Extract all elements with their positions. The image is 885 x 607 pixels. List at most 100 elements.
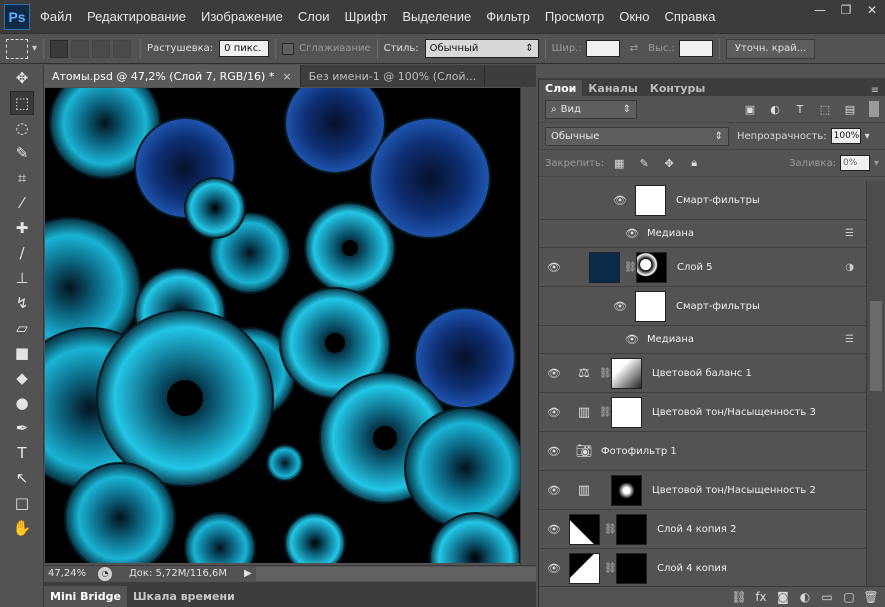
- marquee-tool-preset-icon[interactable]: [6, 38, 28, 59]
- eye-icon[interactable]: 👁︎: [539, 261, 569, 274]
- height-input[interactable]: [678, 40, 713, 57]
- menu-view[interactable]: Просмотр: [545, 9, 604, 24]
- menu-filter[interactable]: Фильтр: [486, 9, 530, 24]
- subtract-selection-mode[interactable]: [92, 39, 111, 58]
- layers-scrollbar[interactable]: [866, 181, 885, 586]
- filter-options-icon[interactable]: ☰: [845, 334, 854, 345]
- delete-layer-icon[interactable]: 🗑︎: [860, 590, 882, 604]
- eye-icon[interactable]: 👁︎: [617, 333, 647, 346]
- lasso-tool-icon[interactable]: ◌: [10, 116, 34, 140]
- smart-object-filter-icon[interactable]: ▤: [843, 102, 857, 116]
- stamp-tool-icon[interactable]: ⊥: [10, 266, 34, 290]
- eye-icon[interactable]: 👁︎: [539, 367, 569, 380]
- style-select[interactable]: Обычный ⇕: [424, 39, 539, 58]
- menu-type[interactable]: Шрифт: [345, 9, 388, 24]
- hand-tool-icon[interactable]: ✋: [10, 516, 34, 540]
- opacity-input[interactable]: 100%: [830, 128, 861, 144]
- layer-filter-kind-select[interactable]: ⌕ Вид ⇕: [545, 99, 637, 119]
- menu-edit[interactable]: Редактирование: [87, 9, 186, 24]
- tab-untitled[interactable]: Без имени-1 @ 100% (Слой...: [301, 65, 486, 87]
- dodge-tool-icon[interactable]: ●: [10, 391, 34, 415]
- close-icon[interactable]: ✕: [859, 0, 885, 20]
- status-info-icon[interactable]: ◔: [98, 566, 112, 581]
- adjustment-filter-icon[interactable]: ◐: [768, 102, 782, 116]
- lock-transparency-icon[interactable]: ▦: [612, 156, 626, 170]
- add-mask-icon[interactable]: ◙: [772, 590, 794, 604]
- lock-position-icon[interactable]: ✥: [662, 156, 676, 170]
- type-filter-icon[interactable]: T: [793, 102, 807, 116]
- move-tool-icon[interactable]: ✥: [10, 66, 34, 90]
- tab-timeline[interactable]: Шкала времени: [127, 586, 241, 607]
- eye-icon[interactable]: 👁︎: [605, 300, 635, 313]
- layer-row[interactable]: 👁︎ ⛓ Слой 5 ◑: [539, 248, 866, 287]
- menu-help[interactable]: Справка: [664, 9, 715, 24]
- eye-icon[interactable]: 👁︎: [605, 194, 635, 207]
- menu-select[interactable]: Выделение: [402, 9, 471, 24]
- link-icon[interactable]: ⛓: [599, 368, 612, 379]
- intersect-selection-mode[interactable]: [113, 39, 132, 58]
- layer-style-icon[interactable]: fx: [750, 590, 772, 604]
- link-icon[interactable]: ⛓: [624, 262, 637, 273]
- layer-row[interactable]: 👁︎ Медиана ☰: [539, 326, 866, 354]
- rect-marquee-tool-icon[interactable]: ⬚: [10, 91, 34, 115]
- eye-icon[interactable]: 👁︎: [539, 406, 569, 419]
- chevron-down-icon[interactable]: ▾: [32, 43, 37, 54]
- canvas-horizontal-scrollbar[interactable]: [255, 566, 536, 581]
- eye-icon[interactable]: 👁︎: [617, 227, 647, 240]
- gradient-tool-icon[interactable]: ■: [10, 341, 34, 365]
- canvas-vertical-scrollbar[interactable]: [520, 87, 536, 565]
- layer-row[interactable]: 👁︎ Смарт-фильтры: [539, 287, 866, 326]
- layer-row[interactable]: 👁︎ ⛓ Слой 4 копия 2: [539, 510, 866, 549]
- lock-all-icon[interactable]: 🔒︎: [687, 156, 701, 170]
- panel-menu-icon[interactable]: ≡: [871, 85, 879, 96]
- filter-toggle-switch[interactable]: [869, 101, 879, 117]
- tab-mini-bridge[interactable]: Mini Bridge: [44, 586, 127, 607]
- link-layers-icon[interactable]: ⛓: [728, 590, 750, 604]
- restore-icon[interactable]: ❐: [833, 0, 859, 20]
- filter-options-icon[interactable]: ☰: [845, 228, 854, 239]
- status-menu-arrow-icon[interactable]: ▶: [244, 568, 252, 579]
- lock-pixels-icon[interactable]: ✎: [637, 156, 651, 170]
- tab-channels[interactable]: Каналы: [582, 80, 643, 96]
- tab-layers[interactable]: Слои: [539, 80, 583, 96]
- layers-scrollbar-thumb[interactable]: [870, 301, 882, 391]
- menu-window[interactable]: Окно: [619, 9, 649, 24]
- layer-row[interactable]: 👁︎ ⚖ ⛓ Цветовой баланс 1: [539, 354, 866, 393]
- link-icon[interactable]: ⛓: [599, 407, 612, 418]
- type-tool-icon[interactable]: T: [10, 441, 34, 465]
- width-input[interactable]: [585, 40, 620, 57]
- close-icon[interactable]: ×: [282, 70, 291, 83]
- document-canvas[interactable]: [45, 88, 520, 563]
- new-layer-icon[interactable]: ▢: [838, 590, 860, 604]
- eye-icon[interactable]: 👁︎: [539, 562, 569, 575]
- healing-tool-icon[interactable]: ✚: [10, 216, 34, 240]
- path-select-tool-icon[interactable]: ↖: [10, 466, 34, 490]
- eye-icon[interactable]: 👁︎: [539, 445, 569, 458]
- eye-icon[interactable]: 👁︎: [539, 523, 569, 536]
- feather-input[interactable]: 0 пикс.: [219, 40, 270, 57]
- refine-edge-button[interactable]: Уточн. край...: [725, 38, 816, 59]
- link-icon[interactable]: ⛓: [604, 524, 617, 535]
- crop-tool-icon[interactable]: ⌗: [10, 166, 34, 190]
- blend-mode-select[interactable]: Обычные ⇕: [545, 126, 729, 146]
- zoom-level[interactable]: 47,24%: [44, 568, 92, 579]
- eraser-tool-icon[interactable]: ▱: [10, 316, 34, 340]
- layer-row[interactable]: 👁︎ ⛓ Слой 4 копия: [539, 549, 866, 586]
- menu-file[interactable]: Файл: [40, 9, 72, 24]
- brush-tool-icon[interactable]: ∕: [10, 241, 34, 265]
- chevron-down-icon[interactable]: ▾: [865, 131, 870, 142]
- new-selection-mode[interactable]: [50, 39, 69, 58]
- shape-filter-icon[interactable]: ⬚: [818, 102, 832, 116]
- menu-layers[interactable]: Слои: [298, 9, 330, 24]
- tab-atoms[interactable]: Атомы.psd @ 47,2% (Слой 7, RGB/16) * ×: [44, 65, 301, 87]
- pen-tool-icon[interactable]: ✒: [10, 416, 34, 440]
- layer-row[interactable]: 👁︎ ▥ ⛓ Цветовой тон/Насыщенность 3: [539, 393, 866, 432]
- add-selection-mode[interactable]: [71, 39, 90, 58]
- fill-input[interactable]: 0%: [839, 155, 870, 171]
- minimize-icon[interactable]: —: [807, 0, 833, 20]
- chevron-down-icon[interactable]: ▾: [874, 158, 879, 169]
- link-icon[interactable]: ⛓: [604, 563, 617, 574]
- eye-icon[interactable]: 👁︎: [539, 484, 569, 497]
- new-adjustment-icon[interactable]: ◐: [794, 590, 816, 604]
- layer-row[interactable]: 👁︎ Медиана ☰: [539, 220, 866, 248]
